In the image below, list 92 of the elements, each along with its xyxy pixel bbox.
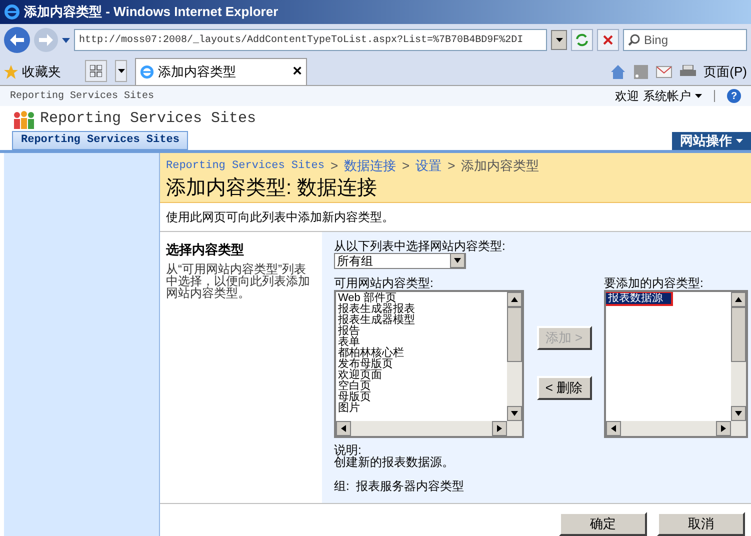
dropdown-caret-icon [62, 38, 70, 42]
group-label: 从以下列表中选择网站内容类型: [334, 240, 506, 252]
list-item[interactable]: 空白页 [336, 380, 507, 392]
list-item[interactable]: 母版页 [336, 392, 507, 402]
search-input[interactable]: Bing [644, 31, 734, 49]
breadcrumb-link[interactable]: Reporting Services Sites [166, 158, 324, 174]
tab-title: 添加内容类型 [158, 63, 237, 82]
remove-button[interactable]: < 删除 [536, 376, 592, 400]
page-url: http://moss07:2008/_layouts/AddContentTypeToList.aspx?List=%7B70B4BD9F%2DI [79, 34, 524, 48]
down-arrow-icon [735, 410, 742, 416]
down-arrow-icon [511, 410, 518, 416]
left-arrow-icon [611, 424, 616, 432]
list-item[interactable]: 都柏林核心栏 [336, 348, 507, 358]
tab-grid-button[interactable] [85, 60, 107, 82]
page-title: 添加内容类型: 数据连接 [166, 176, 378, 200]
window-title: 添加内容类型 - Windows Internet Explorer [24, 3, 278, 22]
site-actions-menu[interactable]: 网站操作 [672, 132, 751, 150]
breadcrumb-separator: > [448, 157, 456, 175]
list-item[interactable]: Web 部件页 [336, 292, 507, 304]
breadcrumb-current: 添加内容类型 [461, 157, 540, 175]
section-description: 从“可用网站内容类型”列表中选择，以便向此列表添加网站内容类型。 [166, 263, 311, 299]
breadcrumb-separator: > [402, 157, 410, 175]
back-button[interactable] [4, 27, 30, 53]
list-item[interactable]: 发布母版页 [336, 358, 507, 370]
list-item[interactable]: 欢迎页面 [336, 370, 507, 380]
caret-icon [695, 94, 702, 98]
breadcrumb-separator: > [330, 157, 338, 175]
close-icon [603, 35, 613, 45]
favorites-button[interactable]: 收藏夹 [4, 59, 61, 85]
browser-tab[interactable]: 添加内容类型 × [135, 58, 307, 85]
stop-button[interactable] [597, 29, 619, 51]
scroll-arrow-button[interactable] [731, 292, 746, 306]
address-field[interactable]: http://moss07:2008/_layouts/AddContentTypeToList.aspx?List=%7B70B4BD9F%2DI [74, 29, 547, 51]
caret-icon [118, 69, 124, 73]
scroll-arrow-button[interactable] [450, 253, 465, 268]
scroll-arrow-button[interactable] [716, 420, 731, 436]
page-menu[interactable]: 页面(P) [704, 62, 747, 82]
right-arrow-icon [497, 424, 502, 432]
selected-list-label: 要添加的内容类型: [604, 276, 704, 290]
site-title: Reporting Services Sites [40, 109, 256, 130]
list-item[interactable]: 报表生成器模型 [336, 314, 507, 326]
tab-close-button[interactable]: × [292, 60, 302, 84]
scroll-thumb[interactable] [507, 306, 522, 362]
scroll-arrow-button[interactable] [731, 406, 746, 420]
list-item[interactable]: 表单 [336, 336, 507, 348]
down-arrow-icon [454, 258, 461, 263]
back-arrow-icon [10, 34, 24, 46]
list-box[interactable]: Web 部件页 报表生成器报表 报表生成器模型 报告 表单 都柏林核心栏 发布母版页 欢迎页面 空白页 母版页 图片 [334, 290, 524, 438]
list-item[interactable]: 图片 [336, 402, 507, 414]
list-item[interactable]: 报表生成器报表 [336, 304, 507, 314]
group-text: 组: 报表服务器内容类型 [334, 478, 466, 494]
grid-icon [90, 65, 102, 77]
address-dropdown-button[interactable] [551, 30, 567, 50]
printer-icon [680, 65, 696, 79]
description-text: 创建新的报表数据源。 [334, 456, 455, 468]
right-arrow-icon [721, 424, 726, 432]
breadcrumb-link[interactable]: 数据连接 [344, 156, 396, 176]
scroll-arrow-button[interactable] [336, 420, 351, 436]
scroll-arrow-button[interactable] [507, 292, 522, 306]
group-select[interactable]: 所有组 [334, 252, 466, 268]
list-item[interactable]: 报告 [336, 326, 507, 336]
tab-list-button[interactable] [115, 60, 127, 82]
help-button[interactable]: ? [727, 89, 741, 103]
home-icon [610, 64, 626, 80]
scroll-arrow-button[interactable] [606, 420, 621, 436]
scroll-arrow-button[interactable] [507, 406, 522, 420]
search-icon [628, 34, 640, 46]
dialog-button[interactable]: 确定 [559, 512, 647, 536]
available-list-label: 可用网站内容类型: [334, 276, 434, 290]
section-title: 选择内容类型 [166, 240, 245, 258]
refresh-arrows-icon [575, 33, 589, 47]
left-arrow-icon [341, 424, 346, 432]
user-menu[interactable]: 系统帐户 [643, 87, 702, 105]
browser-logo-icon [140, 65, 154, 79]
up-arrow-icon [511, 296, 518, 302]
star-icon [4, 65, 18, 79]
people-logo-icon [12, 110, 36, 130]
caret-icon [736, 139, 743, 143]
description-label: 说明: [334, 444, 362, 456]
up-arrow-icon [735, 296, 742, 302]
scroll-thumb[interactable] [731, 306, 746, 362]
browser-logo-icon [4, 4, 20, 20]
mail-icon [656, 66, 672, 78]
search-field[interactable]: Bing [623, 29, 747, 51]
site-link[interactable]: Reporting Services Sites [10, 88, 154, 104]
forward-arrow-icon [39, 34, 53, 46]
site-tab[interactable]: Reporting Services Sites [12, 131, 188, 150]
welcome-text: 欢迎 [615, 88, 639, 105]
caret-icon [556, 38, 562, 42]
dialog-button[interactable]: 取消 [657, 512, 745, 536]
breadcrumb-link[interactable]: 设置 [416, 156, 442, 176]
scroll-arrow-button[interactable] [492, 420, 507, 436]
